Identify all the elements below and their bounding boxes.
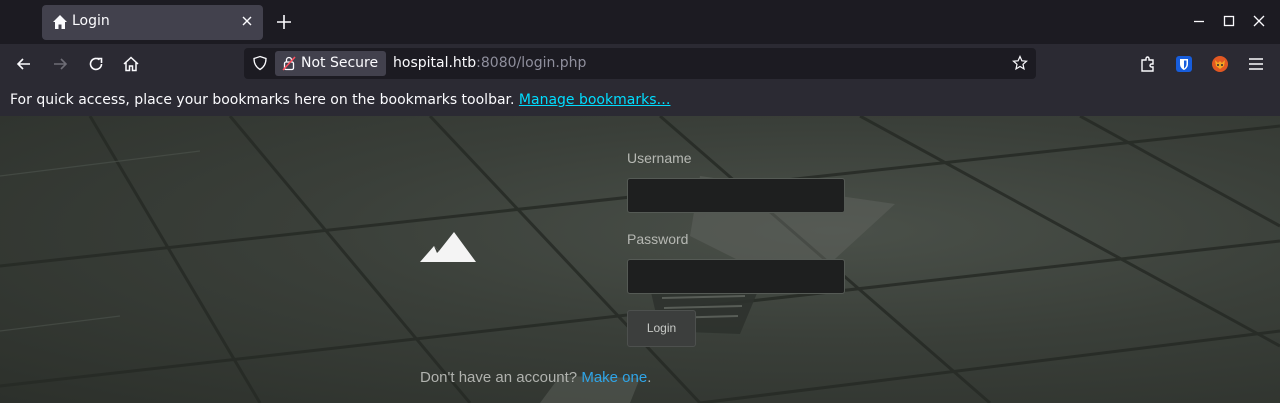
back-icon[interactable] bbox=[14, 54, 34, 74]
bookmarks-toolbar: For quick access, place your bookmarks h… bbox=[0, 84, 1280, 116]
password-label: Password bbox=[627, 231, 689, 247]
minimize-icon[interactable] bbox=[1191, 13, 1207, 29]
not-secure-badge[interactable]: Not Secure bbox=[275, 51, 387, 76]
menu-icon[interactable] bbox=[1246, 54, 1266, 74]
username-input[interactable] bbox=[627, 178, 845, 213]
extensions-icon[interactable] bbox=[1138, 54, 1158, 74]
bookmarks-hint: For quick access, place your bookmarks h… bbox=[10, 92, 670, 108]
foxyproxy-extension-icon[interactable] bbox=[1210, 54, 1230, 74]
bookmarks-hint-text: For quick access, place your bookmarks h… bbox=[10, 92, 515, 108]
signup-text: Don't have an account? bbox=[420, 369, 578, 386]
signup-prompt: Don't have an account? Make one. bbox=[420, 369, 651, 386]
password-input[interactable] bbox=[627, 259, 845, 294]
security-label: Not Secure bbox=[301, 55, 379, 71]
url-host: hospital.htb bbox=[393, 55, 477, 71]
forward-icon[interactable] bbox=[50, 54, 70, 74]
close-tab-icon[interactable] bbox=[239, 13, 255, 29]
manage-bookmarks-link[interactable]: Manage bookmarks… bbox=[519, 92, 671, 108]
home-icon bbox=[53, 15, 67, 29]
mountain-logo-icon bbox=[420, 232, 476, 262]
tab-login[interactable]: Login bbox=[42, 5, 263, 40]
bookmark-star-icon[interactable] bbox=[1012, 55, 1028, 71]
maximize-icon[interactable] bbox=[1221, 13, 1237, 29]
tab-bar: Login bbox=[0, 0, 1280, 44]
reload-icon[interactable] bbox=[86, 54, 106, 74]
make-one-link[interactable]: Make one bbox=[581, 369, 647, 386]
signup-period: . bbox=[647, 369, 652, 386]
tab-title: Login bbox=[72, 13, 110, 29]
url-path: :8080/login.php bbox=[476, 55, 587, 71]
username-label: Username bbox=[627, 150, 692, 166]
home-button-icon[interactable] bbox=[121, 54, 141, 74]
browser-window: Login Not Secure hospital.htb:8080/login… bbox=[0, 0, 1280, 403]
url-text[interactable]: hospital.htb:8080/login.php bbox=[393, 55, 586, 71]
close-window-icon[interactable] bbox=[1251, 13, 1267, 29]
login-button[interactable]: Login bbox=[627, 310, 696, 347]
insecure-lock-icon bbox=[282, 56, 296, 71]
new-tab-icon[interactable] bbox=[274, 12, 294, 32]
shield-icon[interactable] bbox=[252, 55, 268, 71]
url-bar[interactable]: Not Secure hospital.htb:8080/login.php bbox=[244, 48, 1036, 79]
login-page: Username Password Login Don't have an ac… bbox=[0, 116, 1280, 403]
bitwarden-extension-icon[interactable] bbox=[1174, 54, 1194, 74]
navigation-bar: Not Secure hospital.htb:8080/login.php bbox=[0, 44, 1280, 84]
